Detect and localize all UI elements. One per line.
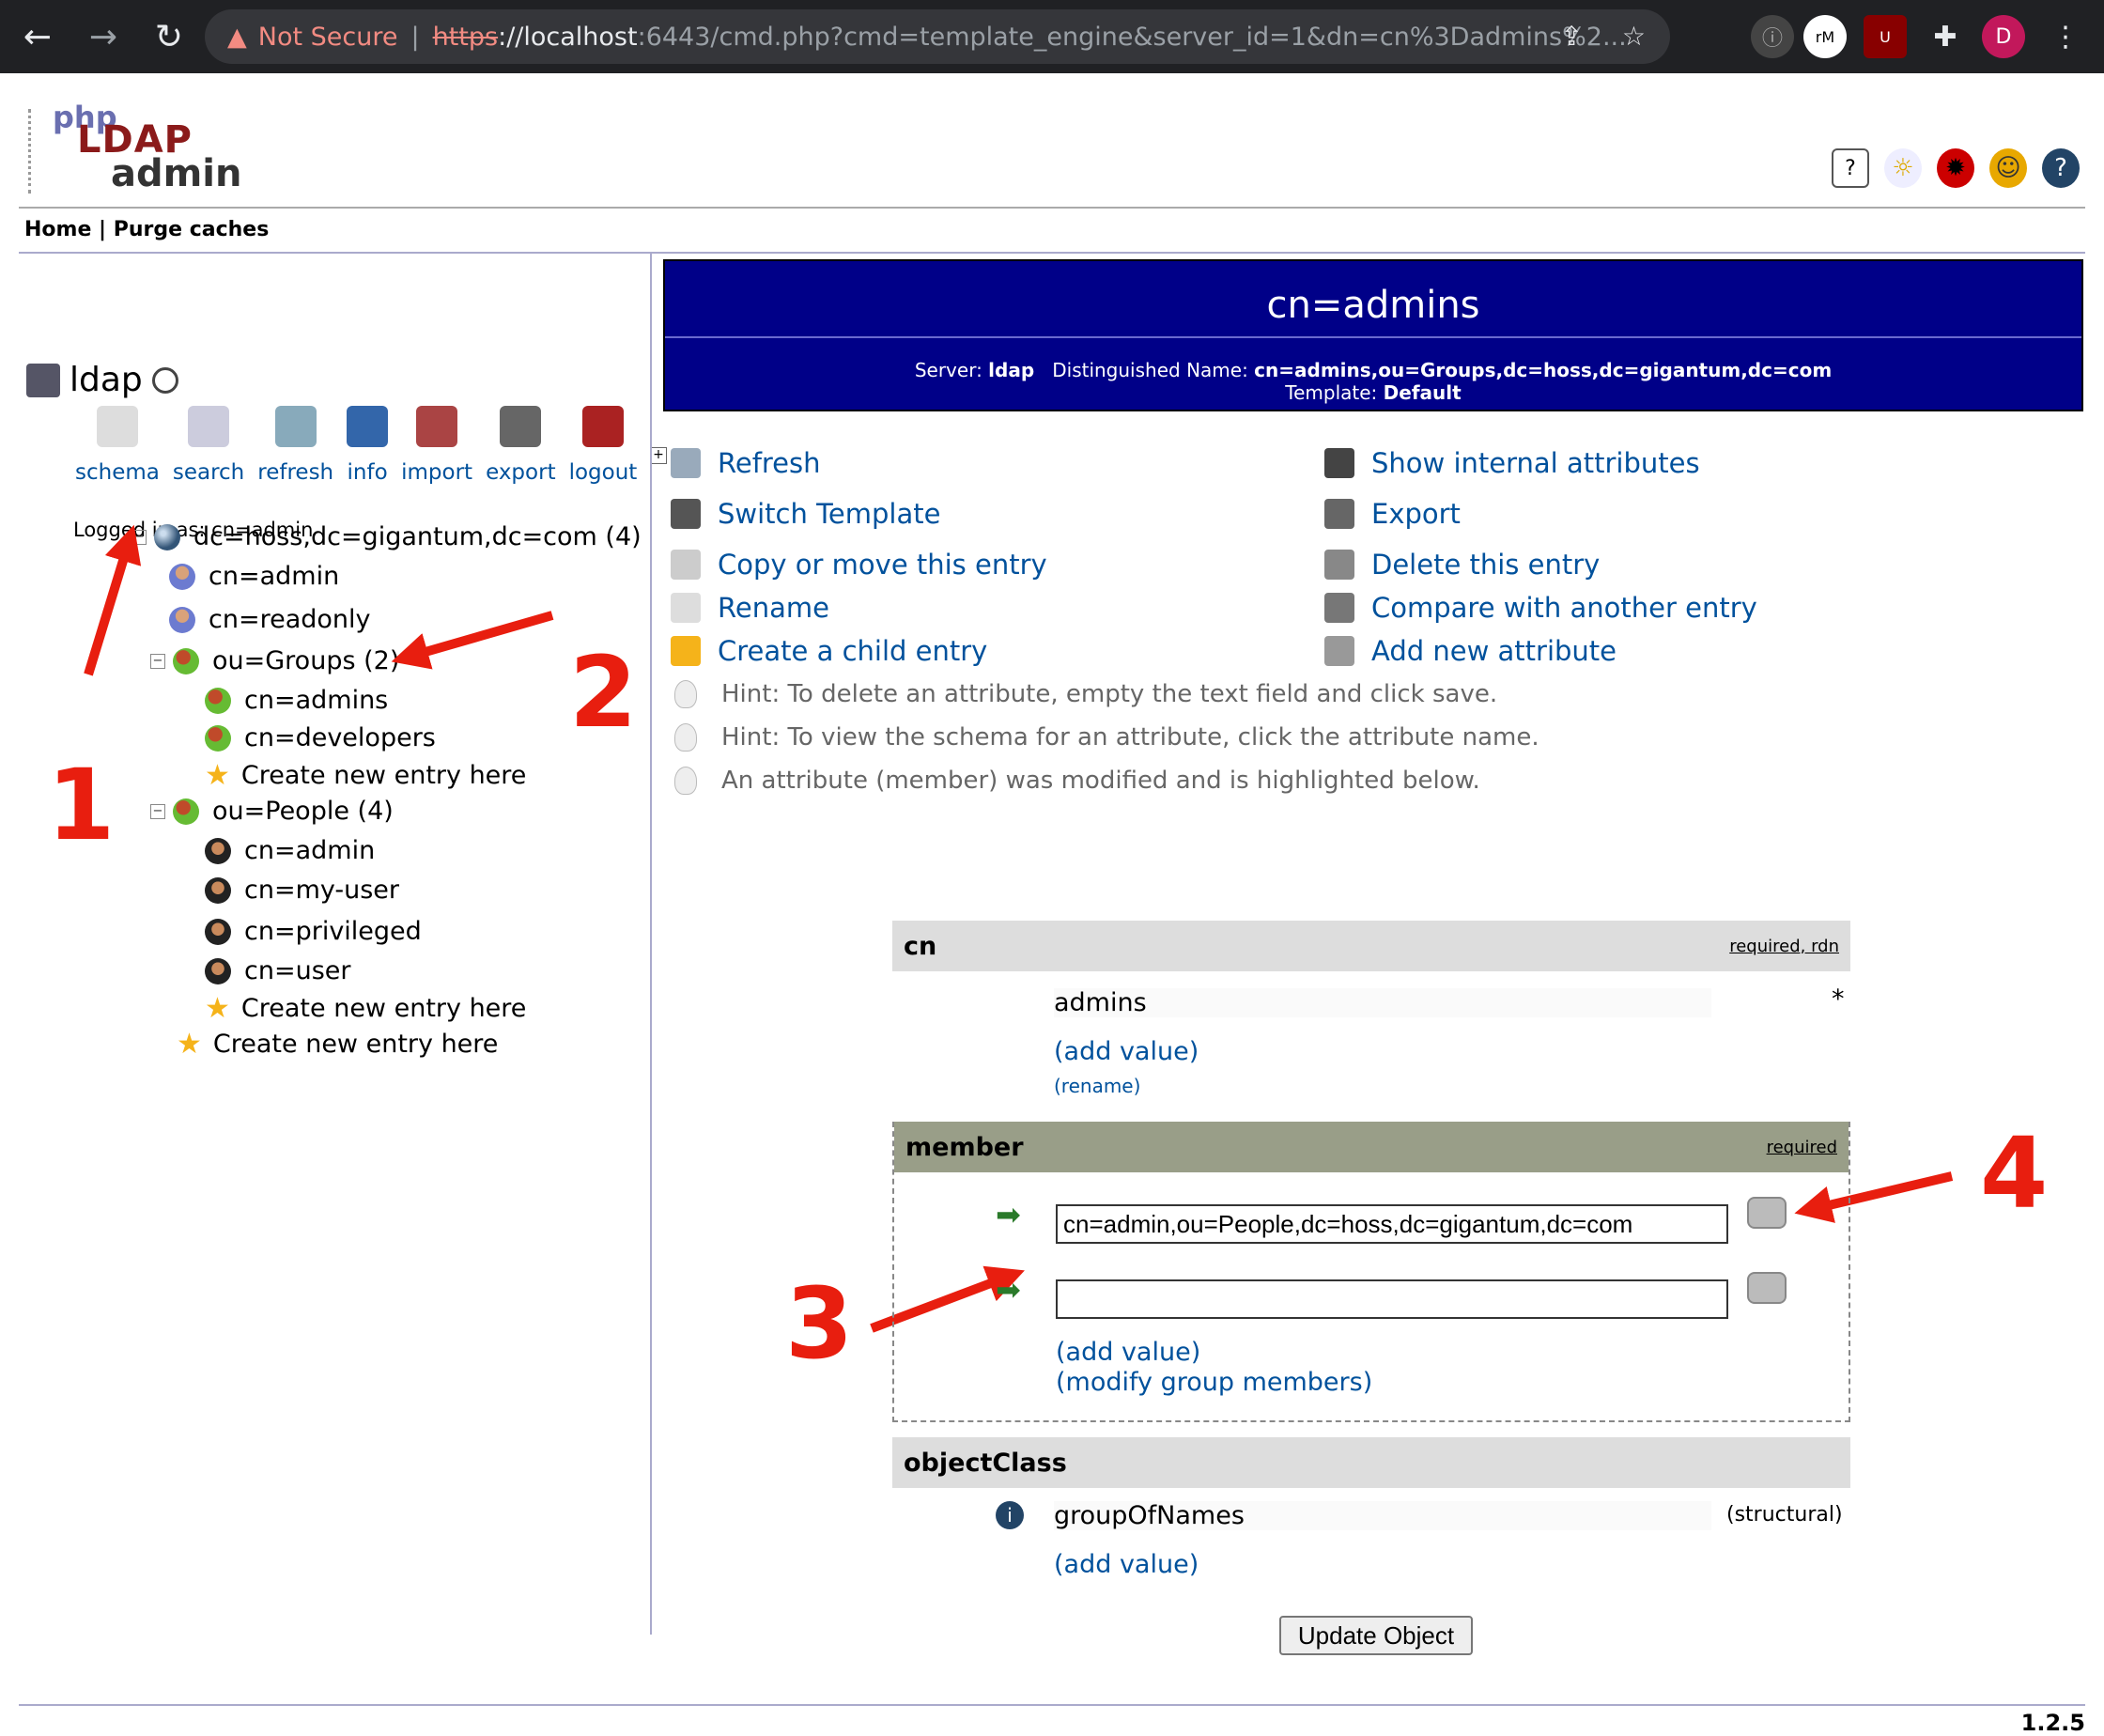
attr-member-name[interactable]: member — [905, 1133, 1024, 1162]
action-label: Switch Template — [718, 498, 941, 530]
extension-rm-icon[interactable]: rM — [1803, 15, 1847, 58]
lightbulb-icon — [674, 723, 697, 752]
action-link[interactable]: Refresh — [671, 447, 821, 479]
url-separator: | — [410, 22, 420, 52]
url-host: ://localhost — [498, 22, 638, 52]
not-secure-label[interactable]: Not Secure — [258, 23, 398, 52]
extension-info-icon[interactable]: ⓘ — [1751, 15, 1794, 58]
back-button[interactable]: ← — [9, 8, 66, 65]
cn-rename-link[interactable]: (rename) — [1054, 1075, 1140, 1097]
objectclass-add-value-link[interactable]: (add value) — [1054, 1550, 1199, 1579]
lookup-dn-icon[interactable] — [1747, 1197, 1787, 1229]
action-label: Create a child entry — [718, 635, 988, 667]
profile-avatar[interactable]: D — [1982, 15, 2025, 58]
attr-cn-flags: required, rdn — [1729, 936, 1839, 956]
action-icon — [671, 448, 701, 478]
annotation-3: 3 — [785, 1266, 854, 1381]
action-link[interactable]: Add new attribute — [1324, 635, 1617, 667]
objectclass-type: (structural) — [1726, 1503, 1843, 1527]
action-label: Add new attribute — [1371, 635, 1617, 667]
action-link[interactable]: Export — [1324, 498, 1461, 530]
attr-objectclass: objectClass i groupOfNames (structural) … — [892, 1437, 1850, 1579]
attr-objectclass-header: objectClass — [892, 1437, 1850, 1488]
entry-meta: Server: ldap Distinguished Name: cn=admi… — [914, 359, 1833, 404]
attr-member-flags: required — [1766, 1137, 1837, 1157]
action-icon — [671, 593, 701, 623]
cn-add-value-link[interactable]: (add value) — [1054, 1037, 1199, 1066]
arrow-1 — [84, 524, 142, 676]
forward-button[interactable]: → — [75, 8, 132, 65]
action-link[interactable]: Compare with another entry — [1324, 592, 1757, 624]
action-link[interactable]: Show internal attributes — [1324, 447, 1700, 479]
action-icon — [671, 550, 701, 580]
annotation-4: 4 — [1980, 1116, 2049, 1231]
entry-header: cn=admins Server: ldap Distinguished Nam… — [663, 259, 2083, 411]
hint-line: An attribute (member) was modified and i… — [674, 767, 1480, 795]
attr-cn-header: cn required, rdn — [892, 921, 1850, 971]
action-label: Refresh — [718, 447, 821, 479]
attr-objectclass-name[interactable]: objectClass — [904, 1449, 1067, 1478]
modify-group-members-link[interactable]: (modify group members) — [1056, 1368, 1372, 1397]
action-link[interactable]: Delete this entry — [1324, 549, 1600, 581]
hint-line: Hint: To delete an attribute, empty the … — [674, 680, 1497, 708]
arrow-2 — [391, 611, 554, 670]
browser-menu-icon[interactable]: ⋮ — [2044, 15, 2087, 58]
action-label: Copy or move this entry — [718, 549, 1047, 581]
action-label: Rename — [718, 592, 829, 624]
member-value-2[interactable] — [1056, 1279, 1728, 1319]
action-icon — [1324, 448, 1354, 478]
lightbulb-icon — [674, 680, 697, 708]
ublock-icon[interactable]: U — [1864, 15, 1907, 58]
cn-required-star: * — [1832, 984, 1845, 1014]
action-label: Compare with another entry — [1371, 592, 1757, 624]
url-protocol: https — [432, 22, 499, 52]
extensions-puzzle-icon[interactable]: ✚ — [1924, 15, 1967, 58]
action-label: Export — [1371, 498, 1461, 530]
member-add-value-link[interactable]: (add value) — [1056, 1338, 1200, 1367]
version-label: 1.2.5 — [2020, 1710, 2085, 1736]
attr-member: member required ➡ ➡ (add value) (modify … — [892, 1122, 1850, 1422]
bookmark-star-icon[interactable]: ☆ — [1622, 21, 1646, 52]
action-link[interactable]: Create a child entry — [671, 635, 987, 667]
modified-arrow-icon: ➡ — [996, 1197, 1021, 1232]
attr-cn-name[interactable]: cn — [904, 932, 936, 961]
action-icon — [1324, 550, 1354, 580]
info-icon[interactable]: i — [996, 1501, 1024, 1529]
share-icon[interactable]: ⇪ — [1560, 21, 1582, 52]
action-link[interactable]: Rename — [671, 592, 829, 624]
lookup-dn-icon[interactable] — [1747, 1272, 1787, 1304]
hint-line: Hint: To view the schema for an attribut… — [674, 723, 1539, 752]
action-link[interactable]: Switch Template — [671, 498, 940, 530]
browser-toolbar: ← → ↻ ▲ Not Secure | https ://localhost … — [0, 0, 2104, 73]
cn-value[interactable]: admins — [1054, 988, 1711, 1017]
reload-button[interactable]: ↻ — [141, 8, 197, 65]
action-link[interactable]: Copy or move this entry — [671, 549, 1047, 581]
attr-member-header: member required — [894, 1122, 1849, 1172]
action-label: Show internal attributes — [1371, 447, 1700, 479]
action-icon — [1324, 593, 1354, 623]
modified-arrow-icon: ➡ — [996, 1272, 1021, 1308]
action-label: Delete this entry — [1371, 549, 1601, 581]
phpldapadmin-page: php LDAP admin ? ☼ ✹ ☺ ? Home | Purge ca… — [0, 73, 2104, 1736]
warning-icon: ▲ — [227, 22, 247, 52]
action-icon — [1324, 636, 1354, 666]
update-object-button[interactable]: Update Object — [1279, 1616, 1473, 1655]
member-value-1[interactable] — [1056, 1204, 1728, 1244]
action-icon — [671, 636, 701, 666]
address-bar[interactable]: ▲ Not Secure | https ://localhost :6443/… — [205, 9, 1670, 64]
lightbulb-icon — [674, 767, 697, 795]
entry-title: cn=admins — [1266, 284, 1480, 327]
objectclass-value[interactable]: groupOfNames — [1054, 1501, 1711, 1530]
url-path: :6443/cmd.php?cmd=template_engine&server… — [637, 22, 1627, 52]
action-icon — [671, 499, 701, 529]
attr-cn: cn required, rdn admins * (add value) (r… — [892, 921, 1850, 1097]
action-icon — [1324, 499, 1354, 529]
